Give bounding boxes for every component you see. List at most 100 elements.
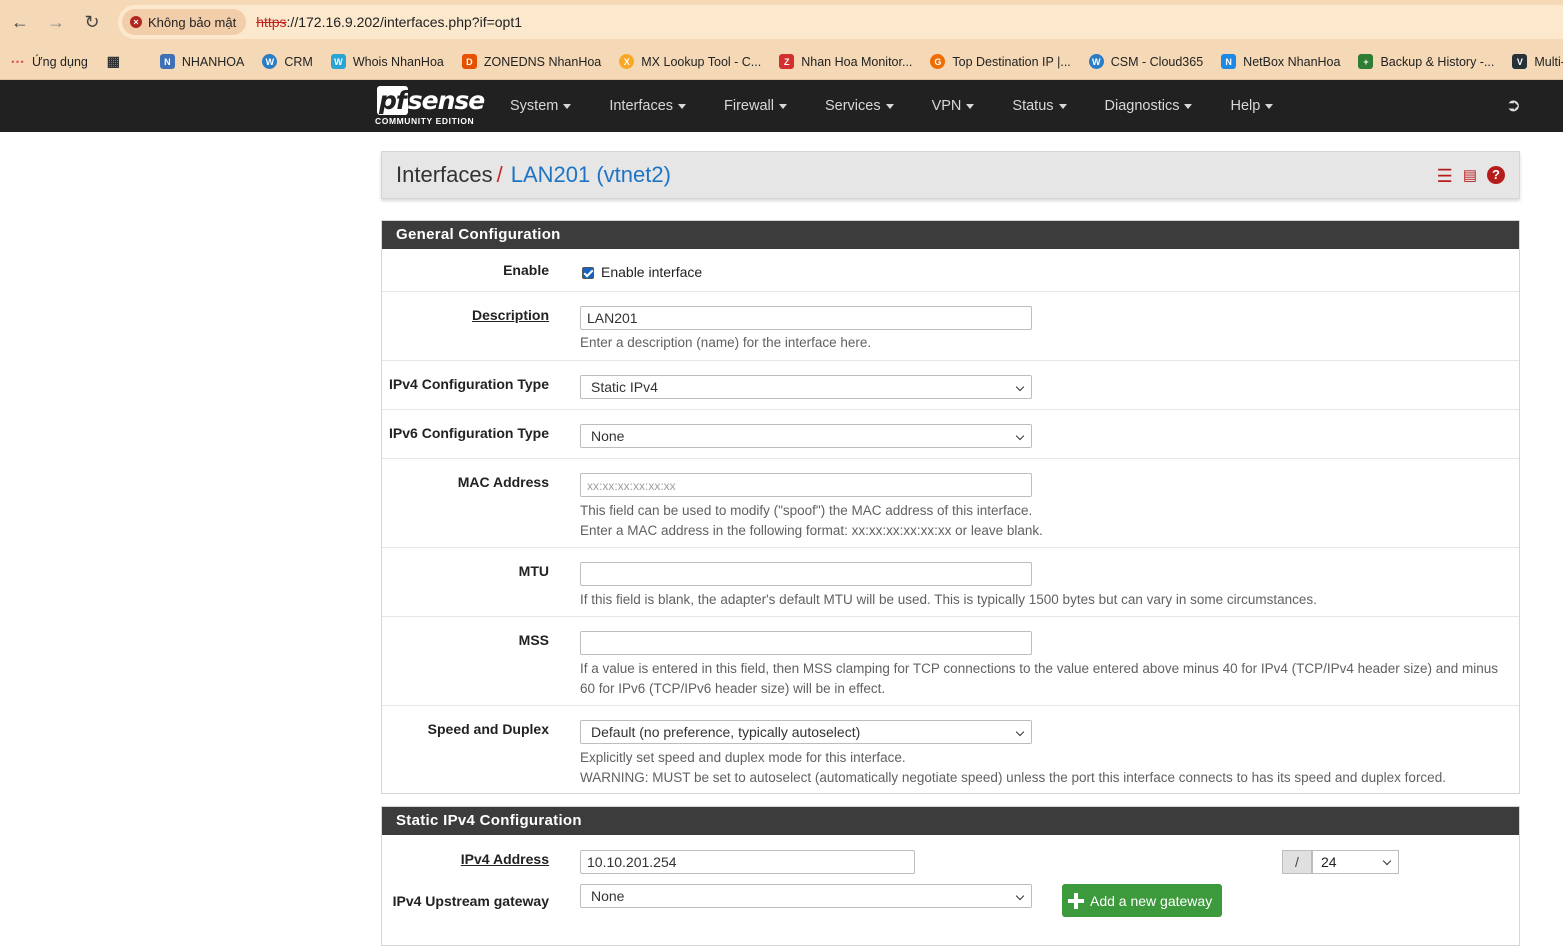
menu-vpn[interactable]: VPN — [932, 98, 975, 114]
url-text[interactable]: https://172.16.9.202/interfaces.php?if=o… — [256, 14, 522, 30]
mx-lookup-icon: X — [619, 54, 635, 69]
add-gateway-button[interactable]: Add a new gateway — [1062, 884, 1223, 917]
whois-icon: W — [330, 54, 346, 69]
security-chip[interactable]: × Không bảo mật — [122, 9, 247, 35]
ipv4-type-label: IPv4 Configuration Type — [389, 376, 549, 392]
speed-help-line-2: WARNING: MUST be set to autoselect (auto… — [580, 770, 1446, 785]
menu-help[interactable]: Help — [1230, 98, 1274, 114]
bookmark-apps[interactable]: ⋯ Ứng dụng — [10, 53, 88, 69]
menu-firewall[interactable]: Firewall — [724, 98, 787, 114]
add-gateway-label: Add a new gateway — [1090, 892, 1213, 909]
bookmark-label: Whois NhanHoa — [352, 54, 444, 69]
ipv4-address-input[interactable]: 10.10.201.254 — [580, 850, 915, 874]
menu-label: System — [510, 98, 559, 114]
menu-services[interactable]: Services — [825, 98, 894, 114]
bookmark-label: CSM - Cloud365 — [1110, 54, 1204, 69]
bookmark-mx-lookup[interactable]: X MX Lookup Tool - C... — [619, 54, 761, 69]
pfsense-logo[interactable]: pfsense COMMUNITY EDITION — [375, 86, 485, 126]
ipv4-gateway-select[interactable]: None — [580, 884, 1032, 908]
bar-chart-icon[interactable]: ▤ — [1463, 166, 1477, 186]
breadcrumb-page[interactable]: LAN201 (vtnet2) — [511, 162, 671, 187]
menu-label: Help — [1230, 98, 1261, 114]
bookmark-netbox[interactable]: N NetBox NhanHoa — [1221, 54, 1340, 69]
bookmark-crm[interactable]: W CRM — [262, 54, 313, 69]
mss-input[interactable] — [580, 631, 1032, 655]
logo-sense: sense — [407, 86, 485, 115]
security-label: Không bảo mật — [148, 14, 237, 30]
menu-diagnostics[interactable]: Diagnostics — [1105, 98, 1193, 114]
arrow-right-icon: → — [47, 11, 65, 32]
bookmark-zabbix[interactable]: Z Nhan Hoa Monitor... — [779, 54, 912, 69]
bookmark-zonedns[interactable]: D ZONEDNS NhanHoa — [461, 54, 601, 69]
speed-duplex-select[interactable]: Default (no preference, typically autose… — [580, 720, 1032, 744]
caret-down-icon — [1058, 103, 1067, 109]
enable-checkbox[interactable] — [582, 267, 594, 279]
logo-pf: pf — [377, 86, 408, 115]
address-bar[interactable]: × Không bảo mật https://172.16.9.202/int… — [118, 5, 1563, 39]
description-help: Enter a description (name) for the inter… — [580, 335, 872, 350]
ipv4-type-select[interactable]: Static IPv4 — [580, 375, 1032, 399]
reload-icon: ↻ — [84, 11, 100, 32]
not-secure-icon: × — [130, 16, 142, 28]
bookmark-csm[interactable]: W CSM - Cloud365 — [1088, 54, 1204, 69]
logout-icon[interactable]: ➲ — [1506, 95, 1521, 116]
caret-down-icon — [885, 103, 894, 109]
back-button[interactable]: ← — [2, 4, 38, 40]
breadcrumb: Interfaces / LAN201 (vtnet2) ☰ ▤ ? — [381, 151, 1520, 199]
menu-label: Services — [824, 98, 881, 114]
breadcrumb-section[interactable]: Interfaces — [396, 162, 493, 187]
mtu-row: MTU If this field is blank, the adapter'… — [382, 548, 1519, 617]
url-rest: ://172.16.9.202/interfaces.php?if=opt1 — [286, 14, 523, 30]
ospf-icon: V — [1512, 54, 1528, 69]
enable-checkbox-label[interactable]: Enable interface — [601, 264, 702, 280]
mss-help: If a value is entered in this field, the… — [580, 661, 1498, 696]
description-input[interactable]: LAN201 — [580, 306, 1032, 330]
panel-heading: Static IPv4 Configuration — [382, 807, 1519, 835]
ipv4-address-row: IPv4 Address 10.10.201.254 / 24 — [382, 835, 1519, 874]
bookmark-whois[interactable]: W Whois NhanHoa — [330, 54, 444, 69]
arrow-left-icon: ← — [11, 11, 29, 32]
csm-icon: W — [1088, 54, 1104, 69]
enable-label: Enable — [503, 262, 549, 278]
menu-interfaces[interactable]: Interfaces — [609, 98, 687, 114]
speed-duplex-help: Explicitly set speed and duplex mode for… — [580, 748, 1500, 788]
page-title: Interfaces / LAN201 (vtnet2) — [396, 162, 671, 188]
bookmark-ospf[interactable]: V Multi-Area OSPF — [1512, 54, 1563, 69]
apps-grid-icon: ⋯ — [10, 53, 25, 69]
bookmark-label: CRM — [284, 54, 313, 69]
mtu-input[interactable] — [580, 562, 1032, 586]
zabbix-icon: Z — [779, 54, 795, 69]
caret-down-icon — [1265, 103, 1274, 109]
ipv6-type-row: IPv6 Configuration Type None — [382, 410, 1519, 459]
bookmark-backup[interactable]: + Backup & History -... — [1358, 54, 1494, 69]
nhanhoa-icon: N — [159, 54, 175, 69]
panel-heading: General Configuration — [382, 221, 1519, 249]
backup-icon: + — [1358, 54, 1374, 69]
grafana-icon: G — [930, 54, 946, 69]
ipv6-type-select[interactable]: None — [580, 424, 1032, 448]
bookmark-label: NetBox NhanHoa — [1243, 54, 1341, 69]
help-icon[interactable]: ? — [1487, 166, 1505, 184]
grid-icon: ▦ — [106, 53, 120, 69]
cidr-select[interactable]: 24 — [1312, 850, 1399, 874]
cidr-slash: / — [1282, 850, 1312, 874]
caret-down-icon — [1184, 103, 1193, 109]
forward-button[interactable]: → — [38, 4, 74, 40]
bookmark-label: MX Lookup Tool - C... — [641, 54, 762, 69]
bookmark-top-destination[interactable]: G Top Destination IP |... — [930, 54, 1071, 69]
menu-system[interactable]: System — [510, 98, 572, 114]
bookmark-nhanhoa[interactable]: N NHANHOA — [159, 54, 244, 69]
menu-label: Diagnostics — [1104, 98, 1180, 114]
reload-button[interactable]: ↻ — [74, 4, 110, 40]
url-protocol: https — [256, 14, 287, 30]
menu-status[interactable]: Status — [1012, 98, 1067, 114]
caret-down-icon — [678, 103, 687, 109]
main-menu: System Interfaces Firewall Services VPN … — [510, 80, 1311, 132]
logo-subtitle: COMMUNITY EDITION — [375, 116, 475, 126]
sliders-icon[interactable]: ☰ — [1437, 166, 1453, 186]
ipv4-gateway-row: IPv4 Upstream gateway None Add a new gat… — [382, 873, 1519, 933]
speed-duplex-row: Speed and Duplex Default (no preference,… — [382, 706, 1519, 793]
mss-label: MSS — [518, 632, 549, 648]
mac-input[interactable]: xx:xx:xx:xx:xx:xx — [580, 473, 1032, 497]
bookmark-grid[interactable]: ▦ — [106, 53, 128, 69]
